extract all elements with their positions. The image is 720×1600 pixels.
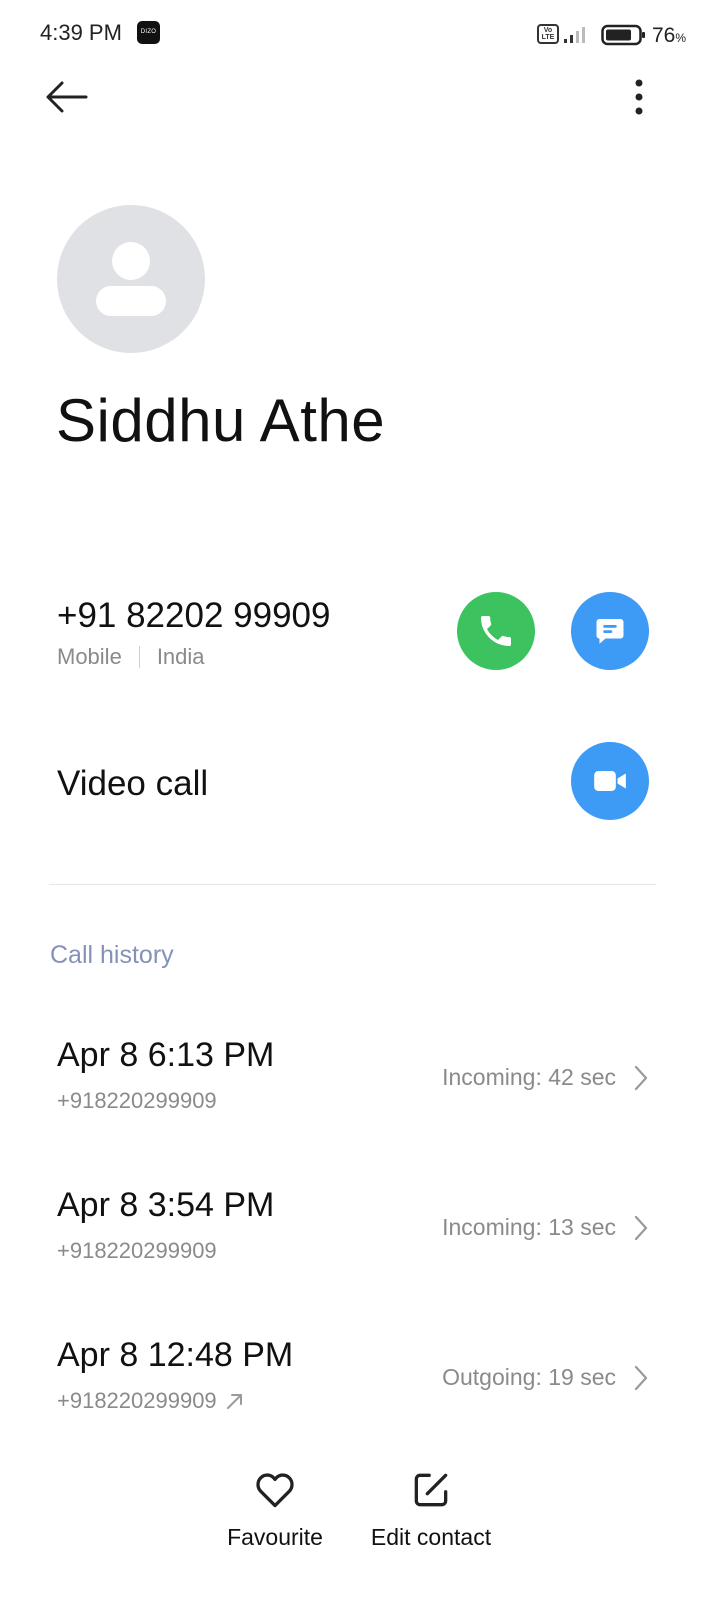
call-date: Apr 8 3:54 PM: [57, 1186, 275, 1224]
more-vertical-icon: [635, 79, 643, 115]
phone-icon: [481, 616, 511, 646]
video-call-button[interactable]: [571, 742, 649, 820]
chevron-right-icon: [634, 1215, 648, 1241]
call-history-item[interactable]: Apr 8 6:13 PM +918220299909 Incoming: 42…: [0, 1036, 720, 1146]
call-button[interactable]: [457, 592, 535, 670]
status-time: 4:39 PM: [40, 20, 122, 45]
battery-percent: 76%: [652, 24, 687, 47]
person-icon: [96, 242, 166, 316]
section-divider: [49, 884, 656, 885]
phone-region: India: [156, 644, 205, 669]
arrow-left-icon: [46, 81, 88, 113]
volte-icon: Vo LTE: [537, 24, 559, 44]
avatar: [57, 205, 205, 353]
favourite-label: Favourite: [227, 1524, 323, 1550]
message-icon: [596, 619, 624, 644]
video-call-label: Video call: [57, 764, 209, 803]
chevron-right-icon: [634, 1365, 648, 1391]
contact-name: Siddhu Athe: [56, 387, 386, 454]
message-button[interactable]: [571, 592, 649, 670]
meta-separator: [138, 646, 140, 668]
contact-detail-screen: 4:39 PM DIZO Vo LTE 76% Siddhu Athe +91 …: [0, 0, 720, 1600]
edit-contact-label: Edit contact: [370, 1524, 492, 1550]
call-number: +918220299909: [57, 1388, 245, 1414]
call-status: Incoming: 13 sec: [442, 1214, 616, 1240]
status-bar: 4:39 PM DIZO Vo LTE 76%: [0, 0, 720, 70]
heart-icon: [256, 1473, 294, 1508]
phone-meta: Mobile India: [57, 644, 205, 670]
chevron-right-icon: [634, 1065, 648, 1091]
back-button[interactable]: [40, 72, 92, 124]
call-status: Outgoing: 19 sec: [442, 1364, 616, 1390]
more-options-button[interactable]: [620, 72, 658, 124]
call-history-item[interactable]: Apr 8 12:48 PM +918220299909 Outgoing: 1…: [0, 1336, 720, 1446]
favourite-button[interactable]: Favourite: [210, 1468, 340, 1551]
call-status: Incoming: 42 sec: [442, 1064, 616, 1090]
edit-contact-button[interactable]: Edit contact: [360, 1468, 502, 1551]
call-history-item[interactable]: Apr 8 3:54 PM +918220299909 Incoming: 13…: [0, 1186, 720, 1296]
call-date: Apr 8 12:48 PM: [57, 1336, 294, 1374]
edit-icon: [414, 1473, 448, 1507]
phone-type: Mobile: [57, 644, 122, 669]
phone-number[interactable]: +91 82202 99909: [57, 596, 330, 636]
call-number: +918220299909: [57, 1088, 217, 1113]
call-number: +918220299909: [57, 1238, 217, 1263]
battery-icon: [601, 24, 645, 46]
video-camera-icon: [594, 771, 626, 791]
call-history-title: Call history: [50, 941, 174, 969]
dizo-notification-icon: DIZO: [137, 21, 160, 44]
call-date: Apr 8 6:13 PM: [57, 1036, 275, 1074]
signal-icon: [564, 27, 585, 43]
outgoing-call-icon: [226, 1394, 242, 1409]
